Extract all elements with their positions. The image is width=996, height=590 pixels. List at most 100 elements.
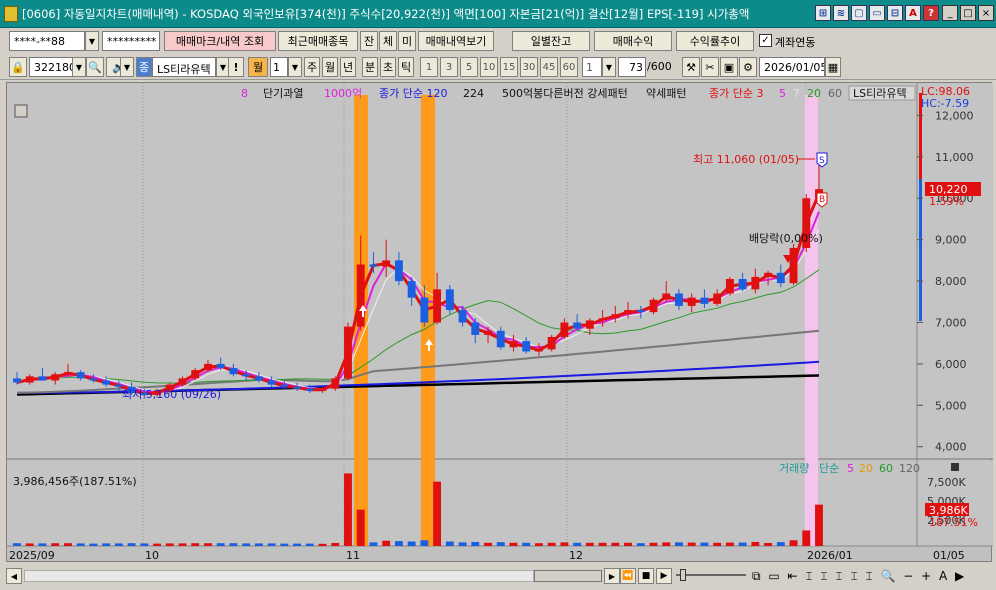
password-input[interactable]: ********* bbox=[102, 31, 160, 51]
candle-body[interactable] bbox=[738, 279, 747, 290]
volume-bar[interactable] bbox=[305, 543, 314, 546]
volume-bar[interactable] bbox=[165, 543, 174, 546]
candle-body[interactable] bbox=[496, 330, 505, 348]
search-icon[interactable]: 🔍 bbox=[86, 57, 104, 77]
candle-body[interactable] bbox=[254, 376, 263, 381]
tools-icon[interactable]: ⚒ bbox=[682, 57, 700, 77]
candle-body[interactable] bbox=[764, 272, 773, 277]
stop-button[interactable]: ■ bbox=[638, 568, 654, 584]
volume-bar[interactable] bbox=[102, 543, 111, 546]
candle-body[interactable] bbox=[471, 322, 480, 335]
volume-panel-close-icon[interactable] bbox=[951, 463, 959, 471]
volume-bar[interactable] bbox=[204, 543, 212, 546]
candle-body[interactable] bbox=[458, 310, 467, 323]
volume-bar[interactable] bbox=[815, 504, 823, 546]
return-trend-button[interactable]: 수익률추이 bbox=[676, 31, 754, 51]
settings-gear-icon[interactable]: ⚙ bbox=[739, 57, 757, 77]
candle-body[interactable] bbox=[204, 363, 212, 371]
minute-10-button[interactable]: 10 bbox=[480, 57, 498, 77]
candle-body[interactable] bbox=[445, 289, 454, 311]
scissors-icon[interactable]: ✂ bbox=[701, 57, 719, 77]
candle-body[interactable] bbox=[216, 363, 225, 369]
candle-body[interactable] bbox=[63, 372, 72, 375]
count-input[interactable]: 1 bbox=[582, 57, 602, 77]
alert-icon[interactable]: ! bbox=[228, 57, 244, 77]
volume-bar[interactable] bbox=[242, 543, 251, 546]
period-year-button[interactable]: 년 bbox=[340, 57, 356, 77]
candle-body[interactable] bbox=[331, 378, 340, 389]
executed-button[interactable]: 체 bbox=[379, 31, 397, 51]
volume-bar[interactable] bbox=[178, 543, 187, 546]
daily-balance-button[interactable]: 일별잔고 bbox=[512, 31, 590, 51]
candle-body[interactable] bbox=[242, 374, 251, 377]
minute-60-button[interactable]: 60 bbox=[560, 57, 578, 77]
volume-bar[interactable] bbox=[407, 541, 416, 546]
trade-mark-query-button[interactable]: 매매마크/내역 조회 bbox=[164, 31, 276, 51]
candle-body[interactable] bbox=[624, 310, 632, 315]
candle-body[interactable] bbox=[293, 386, 302, 389]
candle-body[interactable] bbox=[649, 299, 658, 313]
trade-profit-button[interactable]: 매매수익 bbox=[594, 31, 672, 51]
minute-1-button[interactable]: 1 bbox=[420, 57, 438, 77]
candle-body[interactable] bbox=[433, 289, 442, 323]
volume-bar[interactable] bbox=[25, 543, 34, 546]
minute-15-button[interactable]: 15 bbox=[500, 57, 518, 77]
candle-body[interactable] bbox=[280, 384, 289, 387]
bars-shown-input[interactable]: 73 bbox=[618, 57, 646, 77]
candle-body[interactable] bbox=[407, 281, 416, 298]
volume-bar[interactable] bbox=[254, 543, 263, 546]
volume-bar[interactable] bbox=[611, 542, 620, 546]
minute-45-button[interactable]: 45 bbox=[540, 57, 558, 77]
volume-bar[interactable] bbox=[675, 542, 683, 546]
volume-bar[interactable] bbox=[573, 542, 582, 546]
date-input[interactable]: 2026/01/05 bbox=[759, 57, 825, 77]
split-icon[interactable]: ⊟ bbox=[887, 5, 903, 21]
candle-body[interactable] bbox=[776, 272, 785, 284]
volume-bar[interactable] bbox=[509, 542, 518, 546]
candle-body[interactable] bbox=[356, 264, 365, 327]
candle-body[interactable] bbox=[522, 341, 531, 352]
period-week-button[interactable]: 주 bbox=[304, 57, 320, 77]
volume-bar[interactable] bbox=[63, 543, 72, 546]
volume-bar[interactable] bbox=[229, 543, 238, 546]
recent-trades-button[interactable]: 최근매매종목 bbox=[278, 31, 358, 51]
candle-body[interactable] bbox=[13, 378, 21, 383]
maximize-button[interactable]: □ bbox=[960, 5, 976, 21]
chart-tool-icons[interactable]: ⧉ ▭ ⇤ ⌶ ⌶ ⌶ ⌶ ⌶ 🔍 − + A ▶ bbox=[752, 569, 966, 584]
volume-bar[interactable] bbox=[636, 543, 645, 546]
volume-bar[interactable] bbox=[76, 543, 85, 546]
scrollbar-thumb[interactable] bbox=[534, 570, 602, 582]
volume-bar[interactable] bbox=[140, 543, 149, 546]
scroll-right-button[interactable]: ▶ bbox=[604, 568, 620, 584]
period-second-button[interactable]: 초 bbox=[380, 57, 396, 77]
trade-history-button[interactable]: 매매내역보기 bbox=[418, 31, 494, 51]
period-month2-button[interactable]: 월 bbox=[322, 57, 338, 77]
volume-bar[interactable] bbox=[127, 543, 136, 546]
candle-body[interactable] bbox=[611, 314, 620, 319]
link-icon[interactable]: ≋ bbox=[833, 5, 849, 21]
candle-body[interactable] bbox=[700, 297, 709, 304]
close-button[interactable]: × bbox=[978, 5, 994, 21]
candle-body[interactable] bbox=[420, 297, 429, 323]
volume-bar[interactable] bbox=[496, 542, 505, 546]
horizontal-scrollbar[interactable] bbox=[24, 570, 534, 582]
candle-body[interactable] bbox=[102, 380, 111, 385]
speed-slider-thumb[interactable] bbox=[680, 569, 686, 581]
balance-button[interactable]: 잔 bbox=[360, 31, 378, 51]
candle-body[interactable] bbox=[636, 310, 645, 313]
candle-body[interactable] bbox=[509, 341, 518, 348]
minute-30-button[interactable]: 30 bbox=[520, 57, 538, 77]
candle-body[interactable] bbox=[751, 276, 760, 290]
candle-body[interactable] bbox=[267, 380, 276, 385]
volume-bar[interactable] bbox=[560, 542, 569, 546]
volume-bar[interactable] bbox=[662, 542, 671, 546]
volume-bar[interactable] bbox=[700, 542, 709, 546]
volume-bar[interactable] bbox=[522, 542, 531, 546]
speed-slider-track[interactable] bbox=[676, 574, 746, 576]
candle-body[interactable] bbox=[675, 293, 683, 306]
account-dropdown[interactable]: ▼ bbox=[85, 31, 99, 51]
period-count-input[interactable]: 1 bbox=[270, 57, 288, 77]
candle-body[interactable] bbox=[318, 388, 327, 391]
calendar-icon[interactable]: ▦ bbox=[825, 57, 841, 77]
candle-body[interactable] bbox=[394, 260, 403, 282]
